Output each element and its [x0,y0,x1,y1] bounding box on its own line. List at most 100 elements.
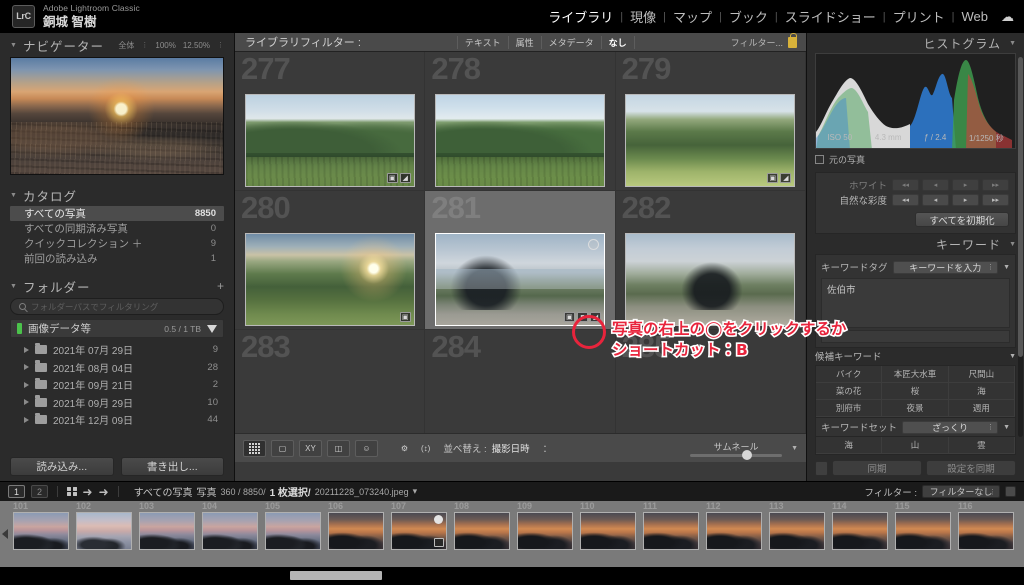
grid-cell[interactable]: 278 [425,52,615,191]
keyword-secondary-input[interactable] [821,330,1010,343]
collapse-triangle-icon[interactable]: ▼ [1009,40,1016,47]
grid-cell[interactable]: 282 [616,191,806,330]
suggestion-cell[interactable]: バイク [816,366,882,383]
collapse-triangle-icon[interactable]: ▼ [1009,241,1016,248]
chevron-down-icon[interactable]: ▼ [1003,424,1010,431]
filmstrip-cell[interactable]: 105 [262,501,325,567]
expand-triangle-icon[interactable] [24,364,29,370]
decrease-button[interactable]: ◂ [922,179,949,191]
thumbnail[interactable] [435,94,605,187]
filmstrip-thumbnail[interactable] [769,512,825,550]
sort-value[interactable]: 撮影日時 [492,441,530,455]
sync-button[interactable]: 同期 [832,460,922,476]
filmstrip-thumbnail[interactable] [13,512,69,550]
filter-tab-attribute[interactable]: 属性 [508,36,541,49]
keyword-set-cell[interactable]: 海 [816,437,882,454]
filmstrip-thumbnail[interactable] [832,512,888,550]
grid-cell[interactable]: 279 ▣ ◢ [616,52,806,191]
loupe-view-icon[interactable]: ▢ [271,440,294,457]
expand-triangle-icon[interactable] [24,382,29,388]
catalog-header[interactable]: ▼ カタログ [10,183,224,205]
module-slideshow[interactable]: スライドショー [778,7,883,26]
filmstrip-cell[interactable]: 103 [136,501,199,567]
module-web[interactable]: Web [955,9,996,24]
thumbnail[interactable] [625,233,795,326]
catalog-item-previous-import[interactable]: 前回の読み込み 1 [10,251,224,266]
filmstrip-thumbnail[interactable] [265,512,321,550]
filmstrip-cell[interactable]: 107 [388,501,451,567]
page-2-button[interactable]: 2 [31,485,48,498]
pick-flag-icon[interactable] [434,515,443,524]
grid-icon[interactable] [67,487,77,497]
spray-can-icon[interactable]: ⚙ [393,440,416,457]
suggestion-cell[interactable]: 夜景 [882,400,948,417]
filmstrip-cell[interactable]: 101 [10,501,73,567]
filter-tab-text[interactable]: テキスト [457,36,508,49]
filmstrip-thumbnail[interactable] [454,512,510,550]
decrease-large-button[interactable]: ◂◂ [892,179,919,191]
edit-badge-icon[interactable]: ◢ [400,173,411,183]
thumbnail[interactable]: ▣ ■ ◢ [435,233,605,326]
filmstrip-cell[interactable]: 111 [640,501,703,567]
collapse-triangle-icon[interactable]: ▼ [10,283,17,290]
sync-toggle-icon[interactable] [815,461,828,476]
filmstrip-thumbnail[interactable] [706,512,762,550]
grid-cell[interactable]: 277 ▣ ◢ [235,52,425,191]
filter-tab-metadata[interactable]: メタデータ [541,36,601,49]
expand-triangle-icon[interactable] [24,347,29,353]
sort-direction-icon[interactable]: ： [543,441,553,455]
histogram-header[interactable]: ヒストグラム ▼ [815,33,1016,53]
filmstrip-cell[interactable]: 116 [955,501,1018,567]
increase-button[interactable]: ▸ [952,179,979,191]
expand-triangle-icon[interactable] [24,417,29,423]
filmstrip-cell[interactable]: 108 [451,501,514,567]
folder-filter-input[interactable]: フォルダーパスでフィルタリング [10,298,224,315]
zoom-custom-button[interactable]: 12.50% [183,41,210,50]
collapse-triangle-icon[interactable]: ▼ [10,42,17,49]
zoom-custom-stepper-icon[interactable]: ⋮ [217,41,224,49]
filmstrip-thumbnail[interactable] [517,512,573,550]
filmstrip-cell[interactable]: 110 [577,501,640,567]
catalog-item-all-synced[interactable]: すべての同期済み写真 0 [10,221,224,236]
filmstrip-thumbnail[interactable] [895,512,951,550]
catalog-item-quick-collection[interactable]: クイックコレクション ＋ 9 [10,236,224,251]
filmstrip-thumbnail[interactable] [958,512,1014,550]
folder-item[interactable]: 2021年 08月 04日 28 [10,359,224,377]
filmstrip-cell[interactable]: 104 [199,501,262,567]
suggestion-cell[interactable]: 桜 [882,383,948,400]
grid-view-icon[interactable] [243,440,266,457]
vibrance-increase-button[interactable]: ▸ [952,194,979,206]
metadata-badge-icon[interactable] [434,538,444,547]
keyword-set-select[interactable]: ざっくり ⋮ [902,421,998,434]
catalog-item-all-photos[interactable]: すべての写真 8850 [10,206,224,221]
suggestion-cell[interactable]: 本匠大水車 [882,366,948,383]
vibrance-increase-large-button[interactable]: ▸▸ [982,194,1009,206]
suggestion-cell[interactable]: 別府市 [816,400,882,417]
grid-cell-selected[interactable]: 281 ▣ ■ ◢ [425,191,615,330]
back-arrow-icon[interactable]: ➜ [83,485,93,499]
keyword-header[interactable]: キーワード ▼ [815,234,1016,254]
lock-icon[interactable] [788,37,797,48]
zoom-fit-stepper-icon[interactable]: ⋮ [141,41,148,49]
folder-item[interactable]: 2021年 12月 09日 44 [10,411,224,429]
keyword-input[interactable]: 佐伯市 [821,278,1010,328]
filmstrip-cell[interactable]: 106 [325,501,388,567]
crop-badge-icon[interactable]: ▣ [564,312,575,322]
suggestion-cell[interactable]: 週用 [949,400,1015,417]
filmstrip-thumbnail[interactable] [328,512,384,550]
vibrance-decrease-button[interactable]: ◂ [922,194,949,206]
slider-knob[interactable] [742,450,752,460]
pick-flag-icon[interactable] [588,239,599,250]
suggestion-cell[interactable]: 菜の花 [816,383,882,400]
cloud-sync-icon[interactable]: ☁ [1001,9,1014,25]
reset-all-button[interactable]: すべてを初期化 [915,212,1009,227]
thumbnail-size-slider[interactable]: サムネール [690,440,786,457]
module-library[interactable]: ライブラリ [541,7,620,26]
increase-large-button[interactable]: ▸▸ [982,179,1009,191]
export-button[interactable]: 書き出し... [121,457,225,476]
expand-triangle-icon[interactable] [24,399,29,405]
folder-item[interactable]: 2021年 09月 21日 2 [10,376,224,394]
scrollbar-thumb[interactable] [1018,57,1023,357]
module-print[interactable]: プリント [886,7,952,26]
crop-badge-icon[interactable]: ▣ [767,173,778,183]
